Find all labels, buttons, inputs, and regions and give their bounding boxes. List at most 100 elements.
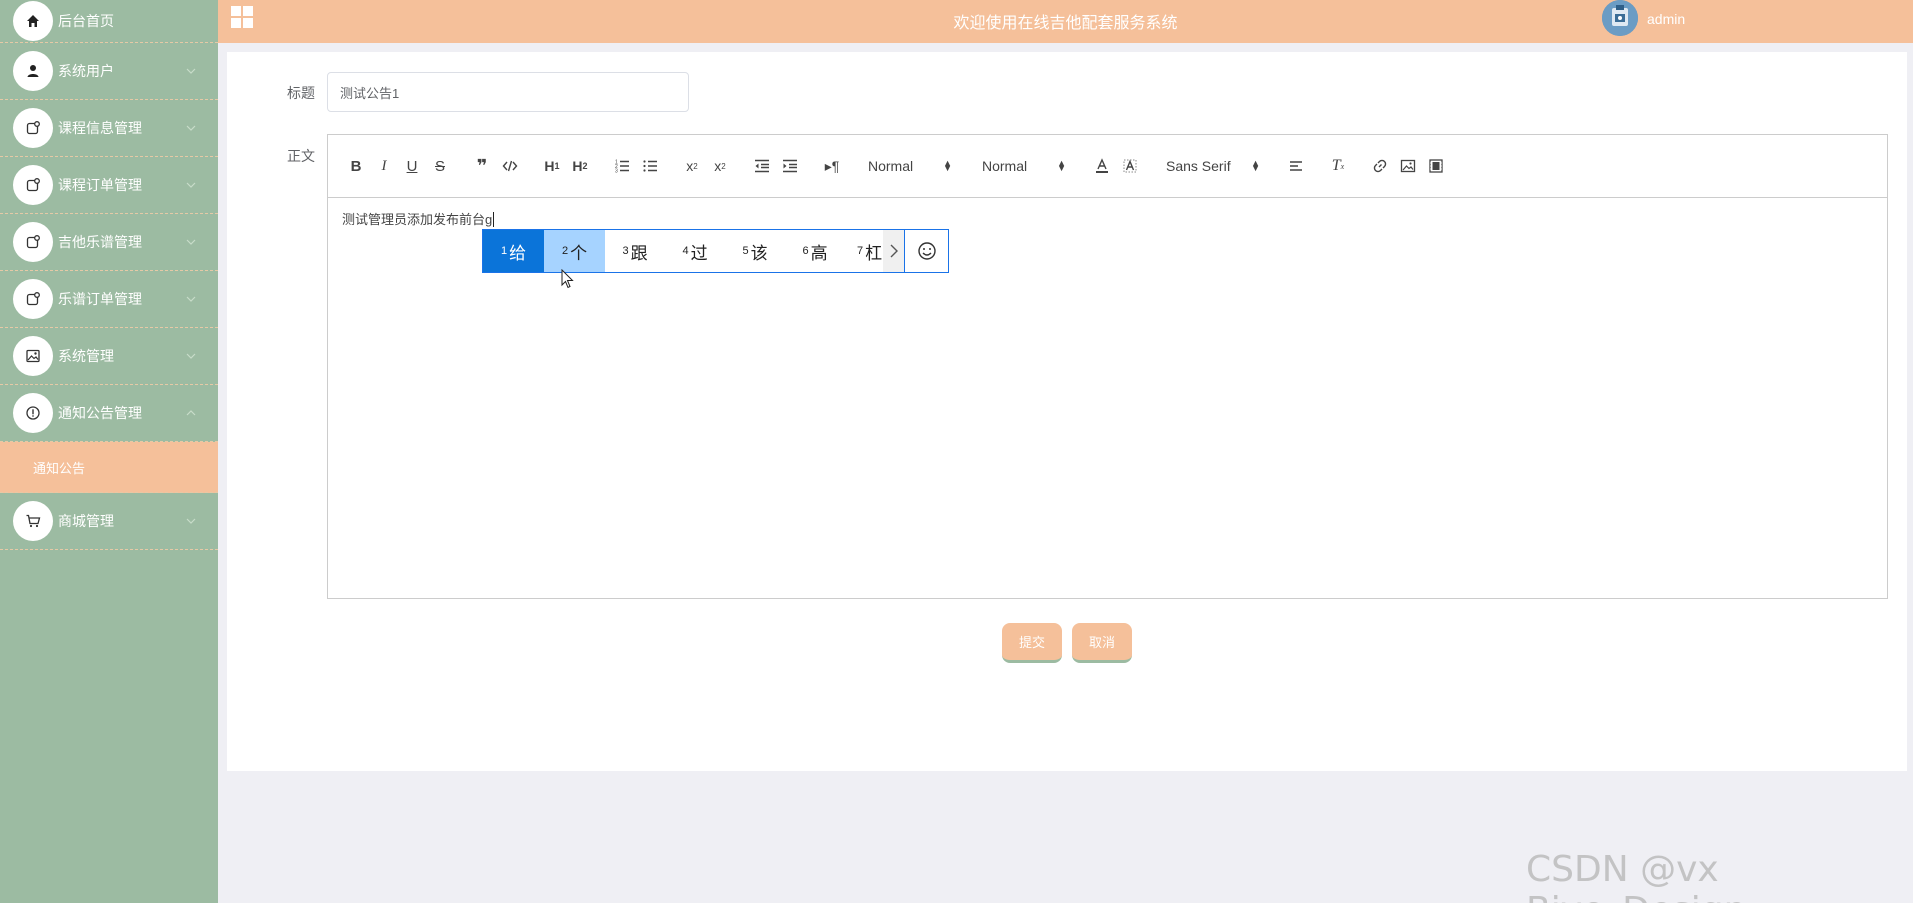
app-icon <box>13 222 53 262</box>
bullet-list-icon <box>643 160 657 172</box>
editor-toolbar: B I U S ❞ H1 H2 123 x2 x2 ▸¶ Normal ▲ ▼ No… <box>328 135 1887 198</box>
ime-candidate[interactable]: 2个 <box>544 230 605 272</box>
picture-icon <box>13 336 53 376</box>
chevron-down-icon <box>186 68 196 74</box>
font-picker[interactable]: Sans Serif ▲ ▼ <box>1158 154 1268 178</box>
watermark: CSDN @vx Biye_Design <box>1526 849 1746 903</box>
text-direction-button[interactable]: ▸¶ <box>818 154 846 178</box>
ordered-list-button[interactable]: 123 <box>608 154 636 178</box>
picker-arrows-icon: ▲ ▼ <box>943 158 952 173</box>
sidebar-item-course-info[interactable]: 课程信息管理 <box>0 100 218 157</box>
header1-button[interactable]: H1 <box>538 154 566 178</box>
highlight-icon <box>1123 159 1137 173</box>
ime-next-page-button[interactable] <box>883 230 905 272</box>
outdent-icon <box>755 159 769 173</box>
indent-icon <box>783 159 797 173</box>
ime-candidate[interactable]: 6高 <box>785 230 845 272</box>
ordered-list-icon: 123 <box>615 160 629 175</box>
chevron-right-icon <box>890 244 898 258</box>
sidebar-item-system[interactable]: 系统管理 <box>0 328 218 385</box>
sidebar-item-users[interactable]: 系统用户 <box>0 43 218 100</box>
sidebar-item-label: 商城管理 <box>58 513 114 529</box>
title-input[interactable] <box>327 72 689 112</box>
font-picker-value: Sans Serif <box>1166 158 1231 174</box>
italic-button[interactable]: I <box>370 154 398 178</box>
editor-text: 测试管理员添加发布前台g <box>342 212 493 227</box>
video-button[interactable] <box>1422 154 1450 178</box>
bullet-list-button[interactable] <box>636 154 664 178</box>
superscript-button[interactable]: x2 <box>706 154 734 178</box>
sidebar-item-shop[interactable]: 商城管理 <box>0 493 218 550</box>
video-icon <box>1429 159 1443 173</box>
strike-button[interactable]: S <box>426 154 454 178</box>
rich-text-editor: B I U S ❞ H1 H2 123 x2 x2 ▸¶ Normal ▲ ▼ No… <box>327 134 1888 599</box>
ime-candidate[interactable]: 1给 <box>483 230 544 272</box>
code-icon <box>502 160 518 172</box>
chevron-down-icon <box>186 239 196 245</box>
text-color-button[interactable] <box>1088 154 1116 178</box>
ime-candidate[interactable]: 5该 <box>725 230 785 272</box>
image-icon <box>1400 159 1416 173</box>
blockquote-button[interactable]: ❞ <box>468 154 496 178</box>
background-color-button[interactable] <box>1116 154 1144 178</box>
chevron-up-icon <box>186 410 196 416</box>
text-color-icon <box>1096 158 1108 173</box>
title-label: 标题 <box>287 85 315 101</box>
sidebar-item-label: 课程订单管理 <box>58 177 142 193</box>
sidebar-item-notices[interactable]: 通知公告管理 <box>0 385 218 442</box>
picker-arrows-icon: ▲ ▼ <box>1057 158 1066 173</box>
home-icon <box>13 1 53 41</box>
bold-button[interactable]: B <box>342 154 370 178</box>
avatar[interactable] <box>1602 0 1638 36</box>
sidebar-item-score-orders[interactable]: 乐谱订单管理 <box>0 271 218 328</box>
sidebar-item-home[interactable]: 后台首页 <box>0 0 218 43</box>
cart-icon <box>13 501 53 541</box>
clean-format-button[interactable]: Tx <box>1324 154 1352 178</box>
header2-button[interactable]: H2 <box>566 154 594 178</box>
picker-arrows-icon: ▲ ▼ <box>1251 158 1260 173</box>
ime-candidate[interactable]: 7杠 <box>845 230 883 272</box>
app-icon <box>13 165 53 205</box>
sidebar-item-course-orders[interactable]: 课程订单管理 <box>0 157 218 214</box>
sidebar-item-label: 系统管理 <box>58 348 114 364</box>
svg-text:3: 3 <box>615 169 618 175</box>
sidebar-item-guitar-scores[interactable]: 吉他乐谱管理 <box>0 214 218 271</box>
size-picker[interactable]: Normal ▲ ▼ <box>974 154 1074 178</box>
ime-emoji-button[interactable] <box>905 230 948 272</box>
underline-button[interactable]: U <box>398 154 426 178</box>
sidebar-item-label: 系统用户 <box>58 63 114 79</box>
align-left-icon <box>1290 161 1302 171</box>
header-picker-value: Normal <box>868 158 914 174</box>
subscript-button[interactable]: x2 <box>678 154 706 178</box>
image-button[interactable] <box>1394 154 1422 178</box>
indent-button[interactable] <box>776 154 804 178</box>
info-icon <box>13 393 53 433</box>
sidebar-item-label: 通知公告管理 <box>58 405 142 421</box>
link-icon <box>1373 159 1387 173</box>
sidebar: 后台首页 系统用户 课程信息管理 课程订单管理 吉他乐谱管理 乐谱订单管理 系统… <box>0 0 218 903</box>
chevron-down-icon <box>186 296 196 302</box>
sidebar-item-label: 吉他乐谱管理 <box>58 234 142 250</box>
size-picker-value: Normal <box>982 158 1028 174</box>
align-button[interactable] <box>1282 154 1310 178</box>
mouse-cursor-icon <box>561 269 574 289</box>
body-label: 正文 <box>287 148 315 164</box>
ime-candidate[interactable]: 3跟 <box>605 230 665 272</box>
top-header: 欢迎使用在线吉他配套服务系统 admin <box>218 0 1913 43</box>
chevron-down-icon <box>186 353 196 359</box>
chevron-down-icon <box>186 518 196 524</box>
ime-candidate[interactable]: 4过 <box>665 230 725 272</box>
username[interactable]: admin <box>1647 11 1685 27</box>
sidebar-subitem-notice[interactable]: 通知公告 <box>0 442 218 493</box>
app-icon <box>13 108 53 148</box>
link-button[interactable] <box>1366 154 1394 178</box>
sidebar-item-label: 后台首页 <box>58 13 114 29</box>
chevron-down-icon <box>186 182 196 188</box>
sidebar-item-label: 乐谱订单管理 <box>58 291 142 307</box>
chevron-down-icon <box>186 125 196 131</box>
cancel-button[interactable]: 取消 <box>1072 623 1132 663</box>
code-block-button[interactable] <box>496 154 524 178</box>
submit-button[interactable]: 提交 <box>1002 623 1062 663</box>
header-picker[interactable]: Normal ▲ ▼ <box>860 154 960 178</box>
outdent-button[interactable] <box>748 154 776 178</box>
